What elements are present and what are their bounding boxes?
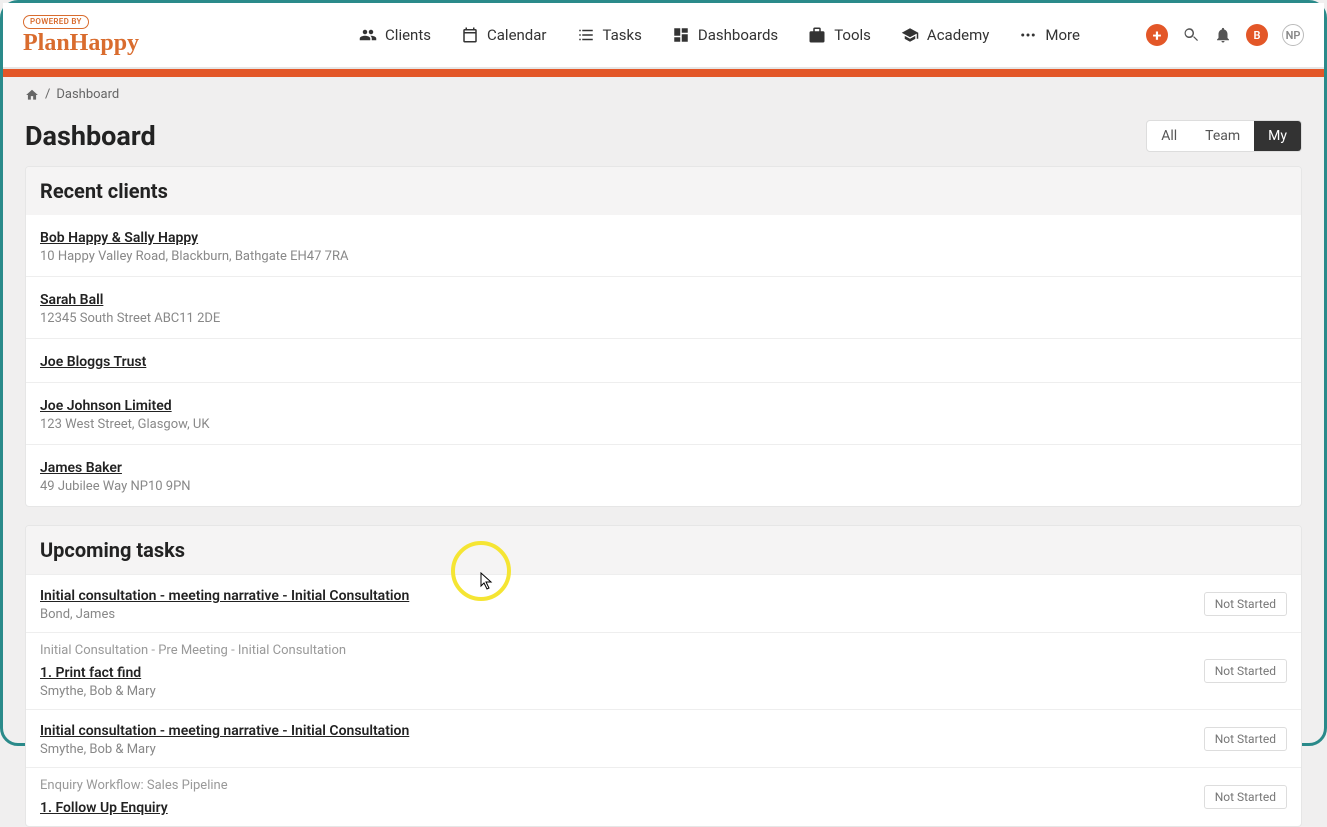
nav-dashboards[interactable]: Dashboards xyxy=(672,26,778,44)
tab-team[interactable]: Team xyxy=(1191,121,1254,151)
nav-calendar-label: Calendar xyxy=(487,26,547,44)
task-item: Initial Consultation - Pre Meeting - Ini… xyxy=(26,632,1301,709)
client-name-link[interactable]: James Baker xyxy=(40,460,122,476)
academy-icon xyxy=(901,26,919,44)
logo-badge: POWERED BY xyxy=(23,15,89,29)
more-icon xyxy=(1019,26,1037,44)
task-status: Not Started xyxy=(1204,592,1287,616)
header-right: + B NP xyxy=(1146,24,1304,46)
client-address: 12345 South Street ABC11 2DE xyxy=(40,311,1287,326)
nav-academy-label: Academy xyxy=(927,26,989,44)
breadcrumb: / Dashboard xyxy=(3,77,1324,112)
client-name-link[interactable]: Joe Bloggs Trust xyxy=(40,354,146,370)
tab-my[interactable]: My xyxy=(1254,121,1301,151)
notifications-button[interactable] xyxy=(1214,26,1232,44)
task-link[interactable]: 1. Follow Up Enquiry xyxy=(40,800,168,816)
breadcrumb-separator: / xyxy=(45,87,50,102)
task-status: Not Started xyxy=(1204,727,1287,751)
client-address: 123 West Street, Glasgow, UK xyxy=(40,417,1287,432)
task-item: Initial consultation - meeting narrative… xyxy=(26,574,1301,632)
client-address: 10 Happy Valley Road, Blackburn, Bathgat… xyxy=(40,249,1287,264)
client-address: 49 Jubilee Way NP10 9PN xyxy=(40,479,1287,494)
calendar-icon xyxy=(461,26,479,44)
tasks-icon xyxy=(577,26,595,44)
client-item: Sarah Ball 12345 South Street ABC11 2DE xyxy=(26,276,1301,338)
nav-more[interactable]: More xyxy=(1019,26,1080,44)
nav-clients-label: Clients xyxy=(385,26,431,44)
avatar-badge-2[interactable]: NP xyxy=(1282,24,1304,46)
dashboards-icon xyxy=(672,26,690,44)
task-context: Initial Consultation - Pre Meeting - Ini… xyxy=(40,643,1204,658)
task-client: Smythe, Bob & Mary xyxy=(40,684,1204,699)
task-link[interactable]: 1. Print fact find xyxy=(40,665,141,681)
home-icon[interactable] xyxy=(25,88,39,102)
top-nav: Clients Calendar Tasks Dashboards Tools … xyxy=(359,26,1080,44)
tools-icon xyxy=(808,26,826,44)
people-icon xyxy=(359,26,377,44)
search-icon xyxy=(1182,26,1200,44)
task-item: Enquiry Workflow: Sales Pipeline 1. Follo… xyxy=(26,767,1301,826)
recent-clients-header: Recent clients xyxy=(26,167,1301,215)
task-link[interactable]: Initial consultation - meeting narrative… xyxy=(40,723,409,739)
upcoming-tasks-panel: Upcoming tasks Initial consultation - me… xyxy=(25,525,1302,827)
task-client: Bond, James xyxy=(40,607,1204,622)
upcoming-tasks-header: Upcoming tasks xyxy=(26,526,1301,574)
nav-tasks[interactable]: Tasks xyxy=(577,26,642,44)
accent-strip xyxy=(3,69,1324,77)
bell-icon xyxy=(1214,26,1232,44)
client-item: Joe Johnson Limited 123 West Street, Glas… xyxy=(26,382,1301,444)
nav-clients[interactable]: Clients xyxy=(359,26,431,44)
client-item: Joe Bloggs Trust xyxy=(26,338,1301,382)
add-button[interactable]: + xyxy=(1146,24,1168,46)
client-name-link[interactable]: Bob Happy & Sally Happy xyxy=(40,230,198,246)
logo-text: PlanHappy xyxy=(23,31,139,55)
nav-calendar[interactable]: Calendar xyxy=(461,26,547,44)
client-name-link[interactable]: Joe Johnson Limited xyxy=(40,398,172,414)
logo[interactable]: POWERED BY PlanHappy xyxy=(23,15,139,55)
client-item: Bob Happy & Sally Happy 10 Happy Valley R… xyxy=(26,215,1301,276)
task-status: Not Started xyxy=(1204,659,1287,683)
nav-tools[interactable]: Tools xyxy=(808,26,871,44)
avatar-badge-1[interactable]: B xyxy=(1246,24,1268,46)
task-context: Enquiry Workflow: Sales Pipeline xyxy=(40,778,1204,793)
nav-more-label: More xyxy=(1045,26,1080,44)
nav-academy[interactable]: Academy xyxy=(901,26,989,44)
nav-dashboards-label: Dashboards xyxy=(698,26,778,44)
page-title: Dashboard xyxy=(25,120,156,152)
recent-clients-panel: Recent clients Bob Happy & Sally Happy 10… xyxy=(25,166,1302,507)
task-status: Not Started xyxy=(1204,785,1287,809)
breadcrumb-current: Dashboard xyxy=(56,87,119,102)
page-title-row: Dashboard All Team My xyxy=(3,112,1324,166)
search-button[interactable] xyxy=(1182,26,1200,44)
filter-tabs: All Team My xyxy=(1146,120,1302,152)
nav-tools-label: Tools xyxy=(834,26,871,44)
app-header: POWERED BY PlanHappy Clients Calendar Ta… xyxy=(3,3,1324,69)
client-item: James Baker 49 Jubilee Way NP10 9PN xyxy=(26,444,1301,506)
task-item: Initial consultation - meeting narrative… xyxy=(26,709,1301,767)
task-link[interactable]: Initial consultation - meeting narrative… xyxy=(40,588,409,604)
task-client: Smythe, Bob & Mary xyxy=(40,742,1204,757)
tab-all[interactable]: All xyxy=(1147,121,1191,151)
nav-tasks-label: Tasks xyxy=(603,26,642,44)
client-name-link[interactable]: Sarah Ball xyxy=(40,292,103,308)
